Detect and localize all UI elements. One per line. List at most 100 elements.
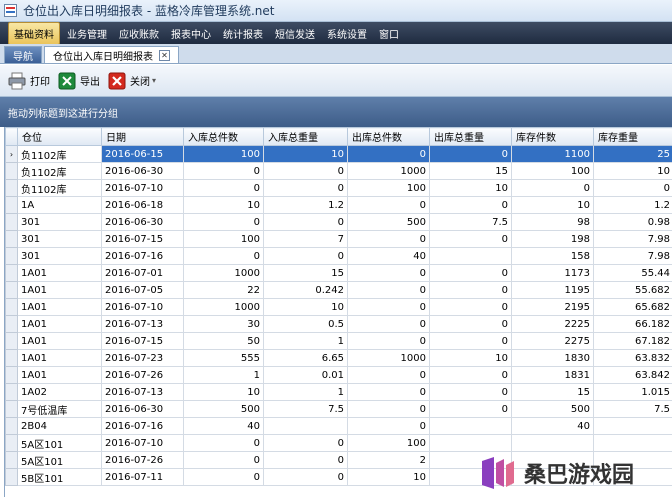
table-row[interactable]: 1A01 2016-07-23 555 6.65 1000 10 1830 63.832 (5, 349, 672, 367)
table-cell[interactable]: 2016-06-15 (101, 145, 184, 163)
table-cell[interactable]: 0 (429, 298, 512, 316)
table-cell[interactable]: 7.98 (593, 230, 672, 248)
table-cell[interactable]: 301 (17, 247, 102, 265)
table-cell[interactable]: 10 (347, 468, 430, 486)
table-cell[interactable]: 0.242 (263, 281, 348, 299)
table-cell[interactable]: 7.5 (263, 400, 348, 418)
table-cell[interactable]: 0 (429, 383, 512, 401)
table-cell[interactable]: 1000 (183, 298, 264, 316)
menu-item-receivables[interactable]: 应收账款 (114, 23, 164, 44)
table-cell[interactable]: 0 (347, 332, 430, 350)
table-cell[interactable]: 0 (347, 196, 430, 214)
table-cell[interactable]: 0 (347, 400, 430, 418)
table-cell[interactable]: 15 (511, 383, 594, 401)
table-cell[interactable]: 10 (263, 145, 348, 163)
menu-item-report-center[interactable]: 报表中心 (166, 23, 216, 44)
table-cell[interactable]: 0 (429, 315, 512, 333)
table-cell[interactable]: 2275 (511, 332, 594, 350)
close-tab-icon[interactable]: ✕ (159, 49, 170, 61)
table-cell[interactable]: 2B04 (17, 417, 102, 435)
table-row[interactable]: 1A01 2016-07-01 1000 15 0 0 1173 55.44 (5, 264, 672, 282)
row-indicator[interactable] (5, 196, 18, 214)
table-cell[interactable]: 100 (347, 434, 430, 452)
table-cell[interactable]: 1000 (183, 264, 264, 282)
table-cell[interactable] (429, 247, 512, 265)
table-cell[interactable]: 2016-07-13 (101, 315, 184, 333)
table-cell[interactable]: 0 (429, 264, 512, 282)
table-cell[interactable]: 500 (183, 400, 264, 418)
table-cell[interactable]: 0.5 (263, 315, 348, 333)
table-cell[interactable]: 25 (593, 145, 672, 163)
group-by-panel[interactable]: 拖动列标题到这进行分组 (0, 97, 672, 127)
close-button[interactable]: 关闭 ▾ (108, 72, 156, 90)
table-row[interactable]: 301 2016-07-15 100 7 0 0 198 7.98 (5, 230, 672, 248)
row-indicator[interactable] (5, 230, 18, 248)
table-cell[interactable]: 0 (183, 179, 264, 197)
row-indicator[interactable] (5, 179, 18, 197)
table-cell[interactable]: 2016-06-30 (101, 400, 184, 418)
table-cell[interactable]: 2016-07-10 (101, 179, 184, 197)
table-cell[interactable]: 1A01 (17, 298, 102, 316)
table-cell[interactable]: 1A01 (17, 281, 102, 299)
table-cell[interactable]: 0 (347, 281, 430, 299)
table-cell[interactable]: 1A01 (17, 315, 102, 333)
table-cell[interactable]: 0.01 (263, 366, 348, 384)
table-cell[interactable]: 0 (183, 451, 264, 469)
table-cell[interactable]: 0 (263, 213, 348, 231)
table-cell[interactable]: 1000 (347, 162, 430, 180)
tab-navigation[interactable]: 导航 (4, 46, 42, 63)
column-header[interactable]: 仓位 (17, 127, 102, 146)
table-cell[interactable]: 0 (347, 417, 430, 435)
table-cell[interactable]: 5A区101 (17, 451, 102, 469)
table-row[interactable]: 负1102库 2016-07-10 0 0 100 10 0 0 (5, 179, 672, 197)
menu-item-settings[interactable]: 系统设置 (322, 23, 372, 44)
table-row[interactable]: 301 2016-07-16 0 0 40 158 7.98 (5, 247, 672, 265)
table-cell[interactable]: 2225 (511, 315, 594, 333)
table-cell[interactable]: 0 (183, 213, 264, 231)
table-cell[interactable]: 0 (429, 332, 512, 350)
table-cell[interactable]: 1831 (511, 366, 594, 384)
table-cell[interactable]: 10 (183, 383, 264, 401)
table-cell[interactable]: 0 (593, 179, 672, 197)
table-cell[interactable]: 0 (347, 366, 430, 384)
table-row[interactable]: 1A01 2016-07-13 30 0.5 0 0 2225 66.182 (5, 315, 672, 333)
table-cell[interactable]: 65.682 (593, 298, 672, 316)
table-cell[interactable]: 10 (263, 298, 348, 316)
table-cell[interactable]: 1A01 (17, 366, 102, 384)
table-cell[interactable]: 负1102库 (17, 179, 102, 197)
table-cell[interactable]: 7.5 (593, 400, 672, 418)
column-header[interactable]: 库存件数 (511, 127, 594, 146)
table-cell[interactable]: 1A01 (17, 349, 102, 367)
table-cell[interactable]: 40 (511, 417, 594, 435)
table-cell[interactable]: 2 (347, 451, 430, 469)
table-cell[interactable]: 55.44 (593, 264, 672, 282)
table-row[interactable]: 1A01 2016-07-26 1 0.01 0 0 1831 63.842 (5, 366, 672, 384)
row-indicator[interactable]: › (5, 145, 18, 163)
table-cell[interactable]: 100 (347, 179, 430, 197)
table-cell[interactable]: 10 (511, 196, 594, 214)
table-cell[interactable]: 0 (347, 315, 430, 333)
table-cell[interactable]: 2016-07-23 (101, 349, 184, 367)
table-row[interactable]: 2B04 2016-07-16 40 0 40 (5, 417, 672, 435)
table-cell[interactable]: 500 (347, 213, 430, 231)
row-indicator[interactable] (5, 417, 18, 435)
column-header[interactable]: 出库总重量 (429, 127, 512, 146)
table-cell[interactable]: 0 (263, 247, 348, 265)
row-indicator[interactable] (5, 400, 18, 418)
table-cell[interactable]: 0 (183, 468, 264, 486)
table-cell[interactable]: 301 (17, 230, 102, 248)
table-cell[interactable]: 2016-06-30 (101, 162, 184, 180)
table-row[interactable]: 1A01 2016-07-05 22 0.242 0 0 1195 55.682 (5, 281, 672, 299)
column-header[interactable]: 入库总重量 (263, 127, 348, 146)
table-cell[interactable]: 0 (183, 434, 264, 452)
table-cell[interactable] (429, 434, 512, 452)
table-cell[interactable]: 55.682 (593, 281, 672, 299)
table-cell[interactable]: 1 (263, 383, 348, 401)
menu-item-window[interactable]: 窗口 (374, 23, 404, 44)
table-cell[interactable]: 198 (511, 230, 594, 248)
table-cell[interactable] (593, 434, 672, 452)
row-indicator[interactable] (5, 247, 18, 265)
table-row[interactable]: 1A01 2016-07-15 50 1 0 0 2275 67.182 (5, 332, 672, 350)
row-indicator[interactable] (5, 264, 18, 282)
table-cell[interactable]: 100 (183, 145, 264, 163)
